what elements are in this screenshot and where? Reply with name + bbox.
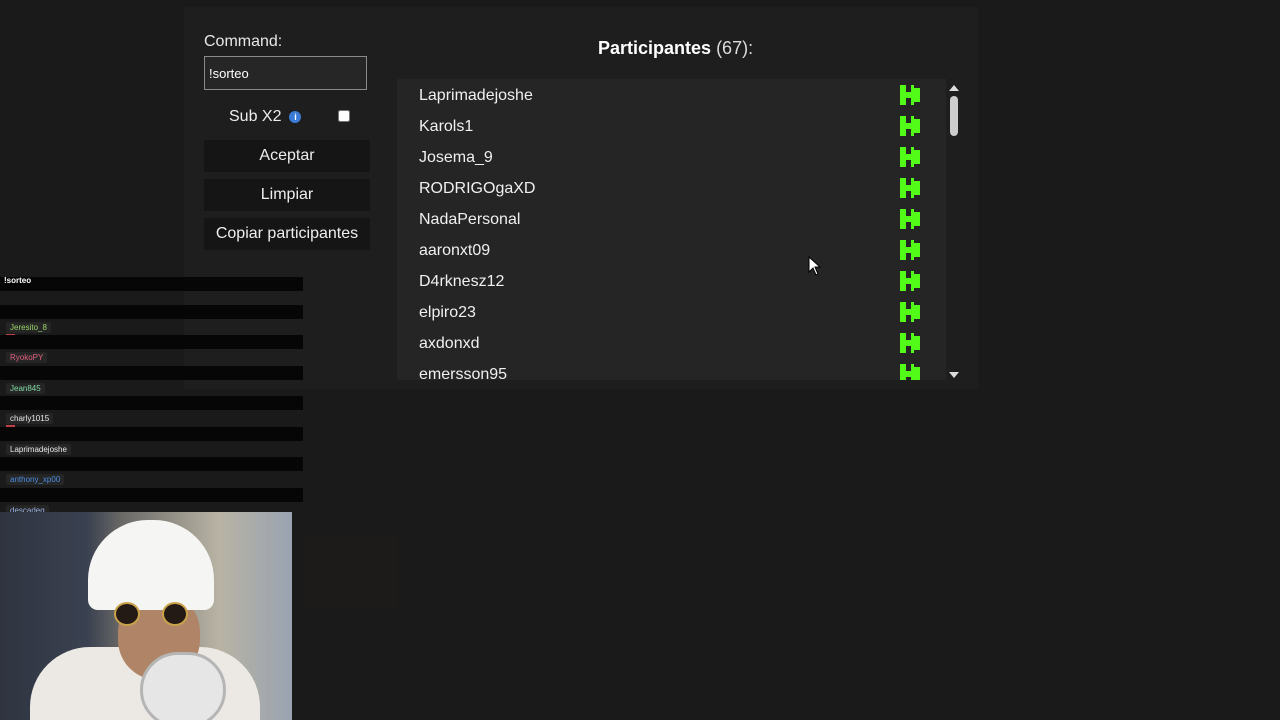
sub-x2-checkbox[interactable] [338, 110, 350, 122]
participants-list[interactable]: Laprimadejoshe Karols1 Josema_9 RODRIGOgaXD… [397, 79, 946, 380]
kick-icon [900, 178, 920, 198]
scroll-down-arrow-icon[interactable] [949, 372, 959, 378]
accept-button[interactable]: Aceptar [204, 140, 370, 172]
participant-row: Laprimadejoshe [397, 79, 946, 110]
microphone [140, 652, 226, 720]
command-input[interactable] [204, 56, 367, 90]
chat-username[interactable]: Jeresito_8 [6, 322, 51, 333]
kick-icon [900, 333, 920, 353]
participant-row: aaronxt09 [397, 234, 946, 265]
command-label: Command: [204, 33, 283, 50]
participant-name: D4rknesz12 [419, 273, 505, 290]
sub-x2-option: Sub X2 i [229, 108, 302, 126]
info-icon[interactable]: i [289, 111, 302, 123]
participant-name: axdonxd [419, 335, 480, 352]
kick-icon [900, 147, 920, 167]
participant-name: Laprimadejoshe [419, 87, 533, 104]
chat-message-text: !sorteo [4, 276, 32, 285]
chat-username[interactable]: Laprimadejoshe [6, 444, 71, 455]
participants-count: (67): [716, 38, 754, 58]
kick-icon [900, 209, 920, 229]
webcam-feed [0, 512, 292, 720]
chat-message-bar [0, 457, 303, 471]
chat-username[interactable]: charly1015 [6, 413, 54, 424]
chat-message-bar [0, 488, 303, 502]
chat-username[interactable]: RyokoPY [6, 352, 48, 363]
sub-x2-label: Sub X2 [229, 108, 282, 125]
kick-icon [900, 116, 920, 136]
participant-row: NadaPersonal [397, 203, 946, 234]
chat-username[interactable]: Jean845 [6, 383, 45, 394]
scroll-up-arrow-icon[interactable] [949, 85, 959, 91]
hard-hat [88, 520, 214, 610]
participant-name: NadaPersonal [419, 211, 521, 228]
participant-row: RODRIGOgaXD [397, 172, 946, 203]
faded-overlay-image [303, 537, 397, 608]
participants-title-text: Participantes [598, 38, 712, 58]
sunglasses [112, 602, 192, 626]
participants-scrollbar[interactable] [948, 82, 960, 378]
participant-name: aaronxt09 [419, 242, 491, 259]
chat-overlay: !sorteoJeresito_8RyokoPYAAAJean845!sorte… [0, 275, 303, 557]
kick-icon [900, 364, 920, 380]
participant-row: axdonxd [397, 327, 946, 358]
scroll-thumb[interactable] [950, 96, 958, 136]
participant-row: Karols1 [397, 110, 946, 141]
participant-row: emersson95 [397, 358, 946, 380]
copy-participants-button[interactable]: Copiar participantes [204, 218, 370, 250]
chat-message-bar [0, 277, 303, 291]
kick-icon [900, 302, 920, 322]
participant-row: D4rknesz12 [397, 265, 946, 296]
chat-username[interactable]: anthony_xp00 [6, 474, 65, 485]
participant-name: elpiro23 [419, 304, 476, 321]
participant-name: Josema_9 [419, 149, 493, 166]
chat-message-bar [0, 396, 303, 410]
clear-button[interactable]: Limpiar [204, 179, 370, 211]
chat-message-bar [0, 427, 303, 441]
mouse-cursor-icon [808, 256, 822, 276]
participant-row: Josema_9 [397, 141, 946, 172]
raffle-panel: Command: Sub X2 i Aceptar Limpiar Copiar… [184, 7, 978, 389]
participant-name: RODRIGOgaXD [419, 180, 536, 197]
kick-icon [900, 85, 920, 105]
chat-message-bar [0, 366, 303, 380]
kick-icon [900, 240, 920, 260]
participant-row: elpiro23 [397, 296, 946, 327]
participants-title: Participantes (67): [598, 38, 753, 59]
participant-name: Karols1 [419, 118, 474, 135]
chat-message-bar [0, 305, 303, 319]
kick-icon [900, 271, 920, 291]
participant-name: emersson95 [419, 366, 508, 380]
chat-message-bar [0, 335, 303, 349]
